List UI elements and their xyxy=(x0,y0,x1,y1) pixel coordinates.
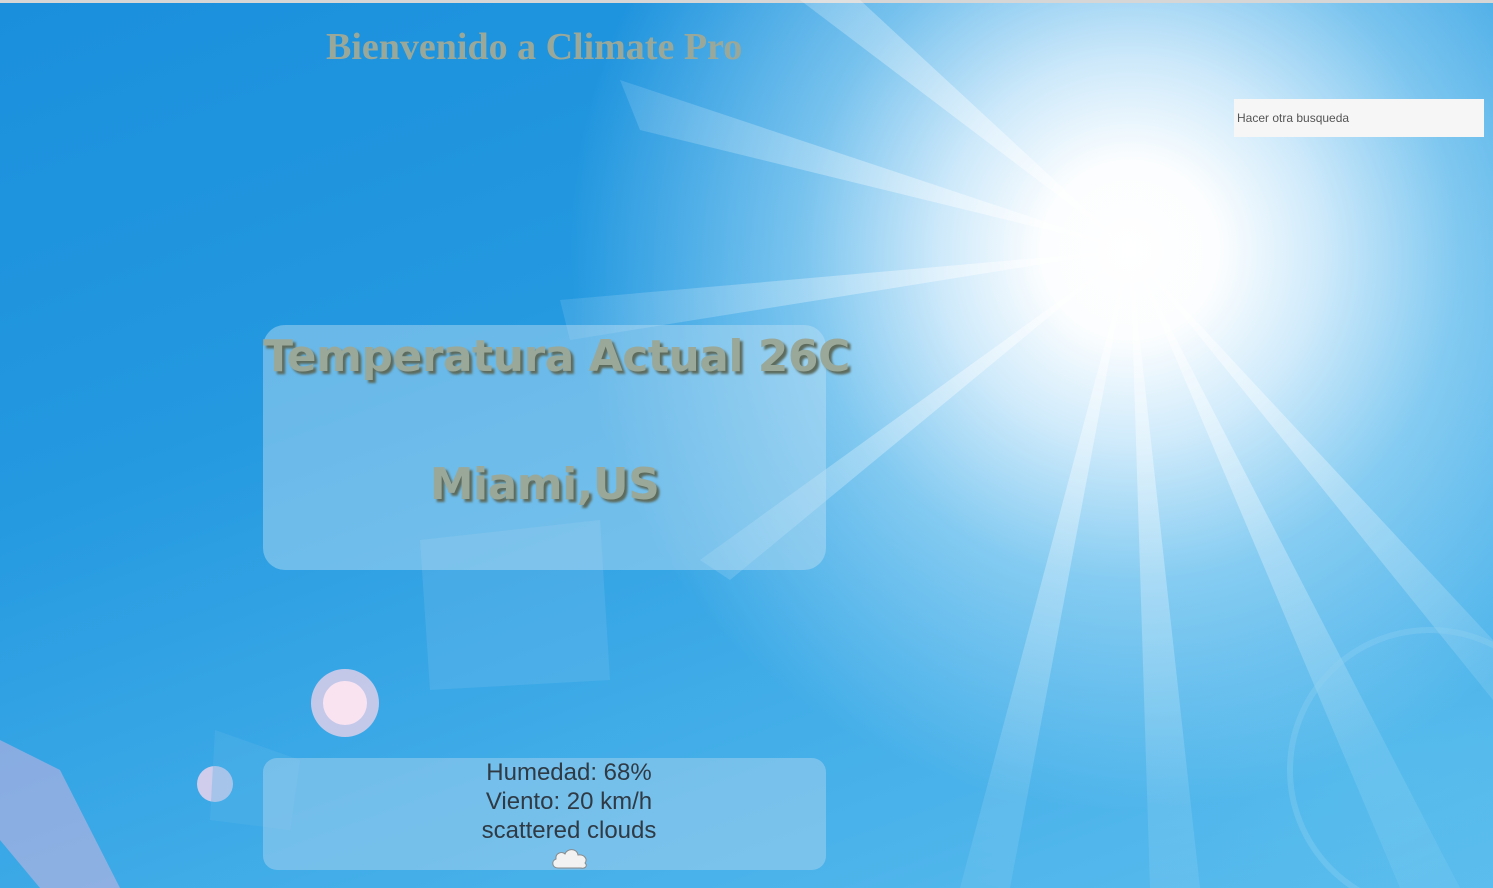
page-title: Bienvenido a Climate Pro xyxy=(326,26,743,68)
location-label: Miami,US xyxy=(429,459,660,510)
weather-details-card: Humedad: 68% Viento: 20 km/h scattered c… xyxy=(263,758,826,870)
cloud-icon xyxy=(552,849,587,869)
current-weather-card: Temperatura Actual 26C Miami,US xyxy=(263,325,850,570)
humidity-label: Humedad: 68% xyxy=(486,759,652,786)
wind-label: Viento: 20 km/h xyxy=(485,788,653,815)
current-temperature: Temperatura Actual 26C xyxy=(263,331,850,382)
window-top-border xyxy=(0,0,1493,3)
search-input[interactable] xyxy=(1234,99,1484,137)
weather-description: scattered clouds xyxy=(481,817,657,844)
